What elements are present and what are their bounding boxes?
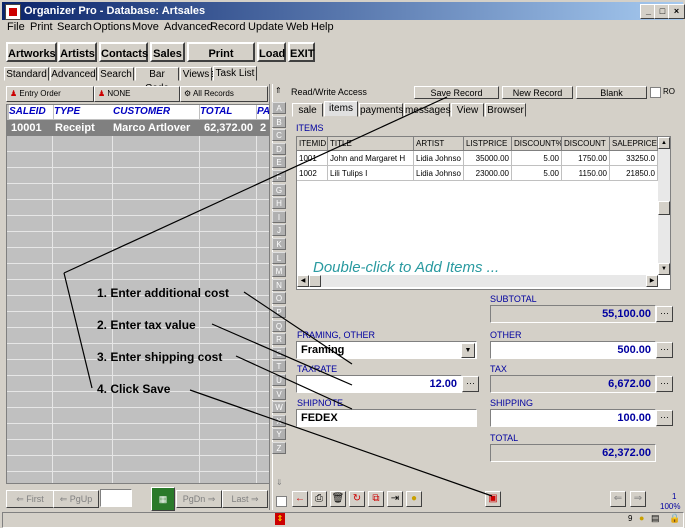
line-step-2 <box>211 323 353 386</box>
line-step-4 <box>189 389 493 497</box>
line-step-1 <box>243 291 353 365</box>
line-save-upper <box>63 96 448 274</box>
line-save-lower <box>63 272 93 389</box>
app-window: Organizer Pro - Database: Artsales _ □ ×… <box>0 0 685 528</box>
line-step-3 <box>235 355 353 410</box>
annotation-lines <box>63 96 493 497</box>
